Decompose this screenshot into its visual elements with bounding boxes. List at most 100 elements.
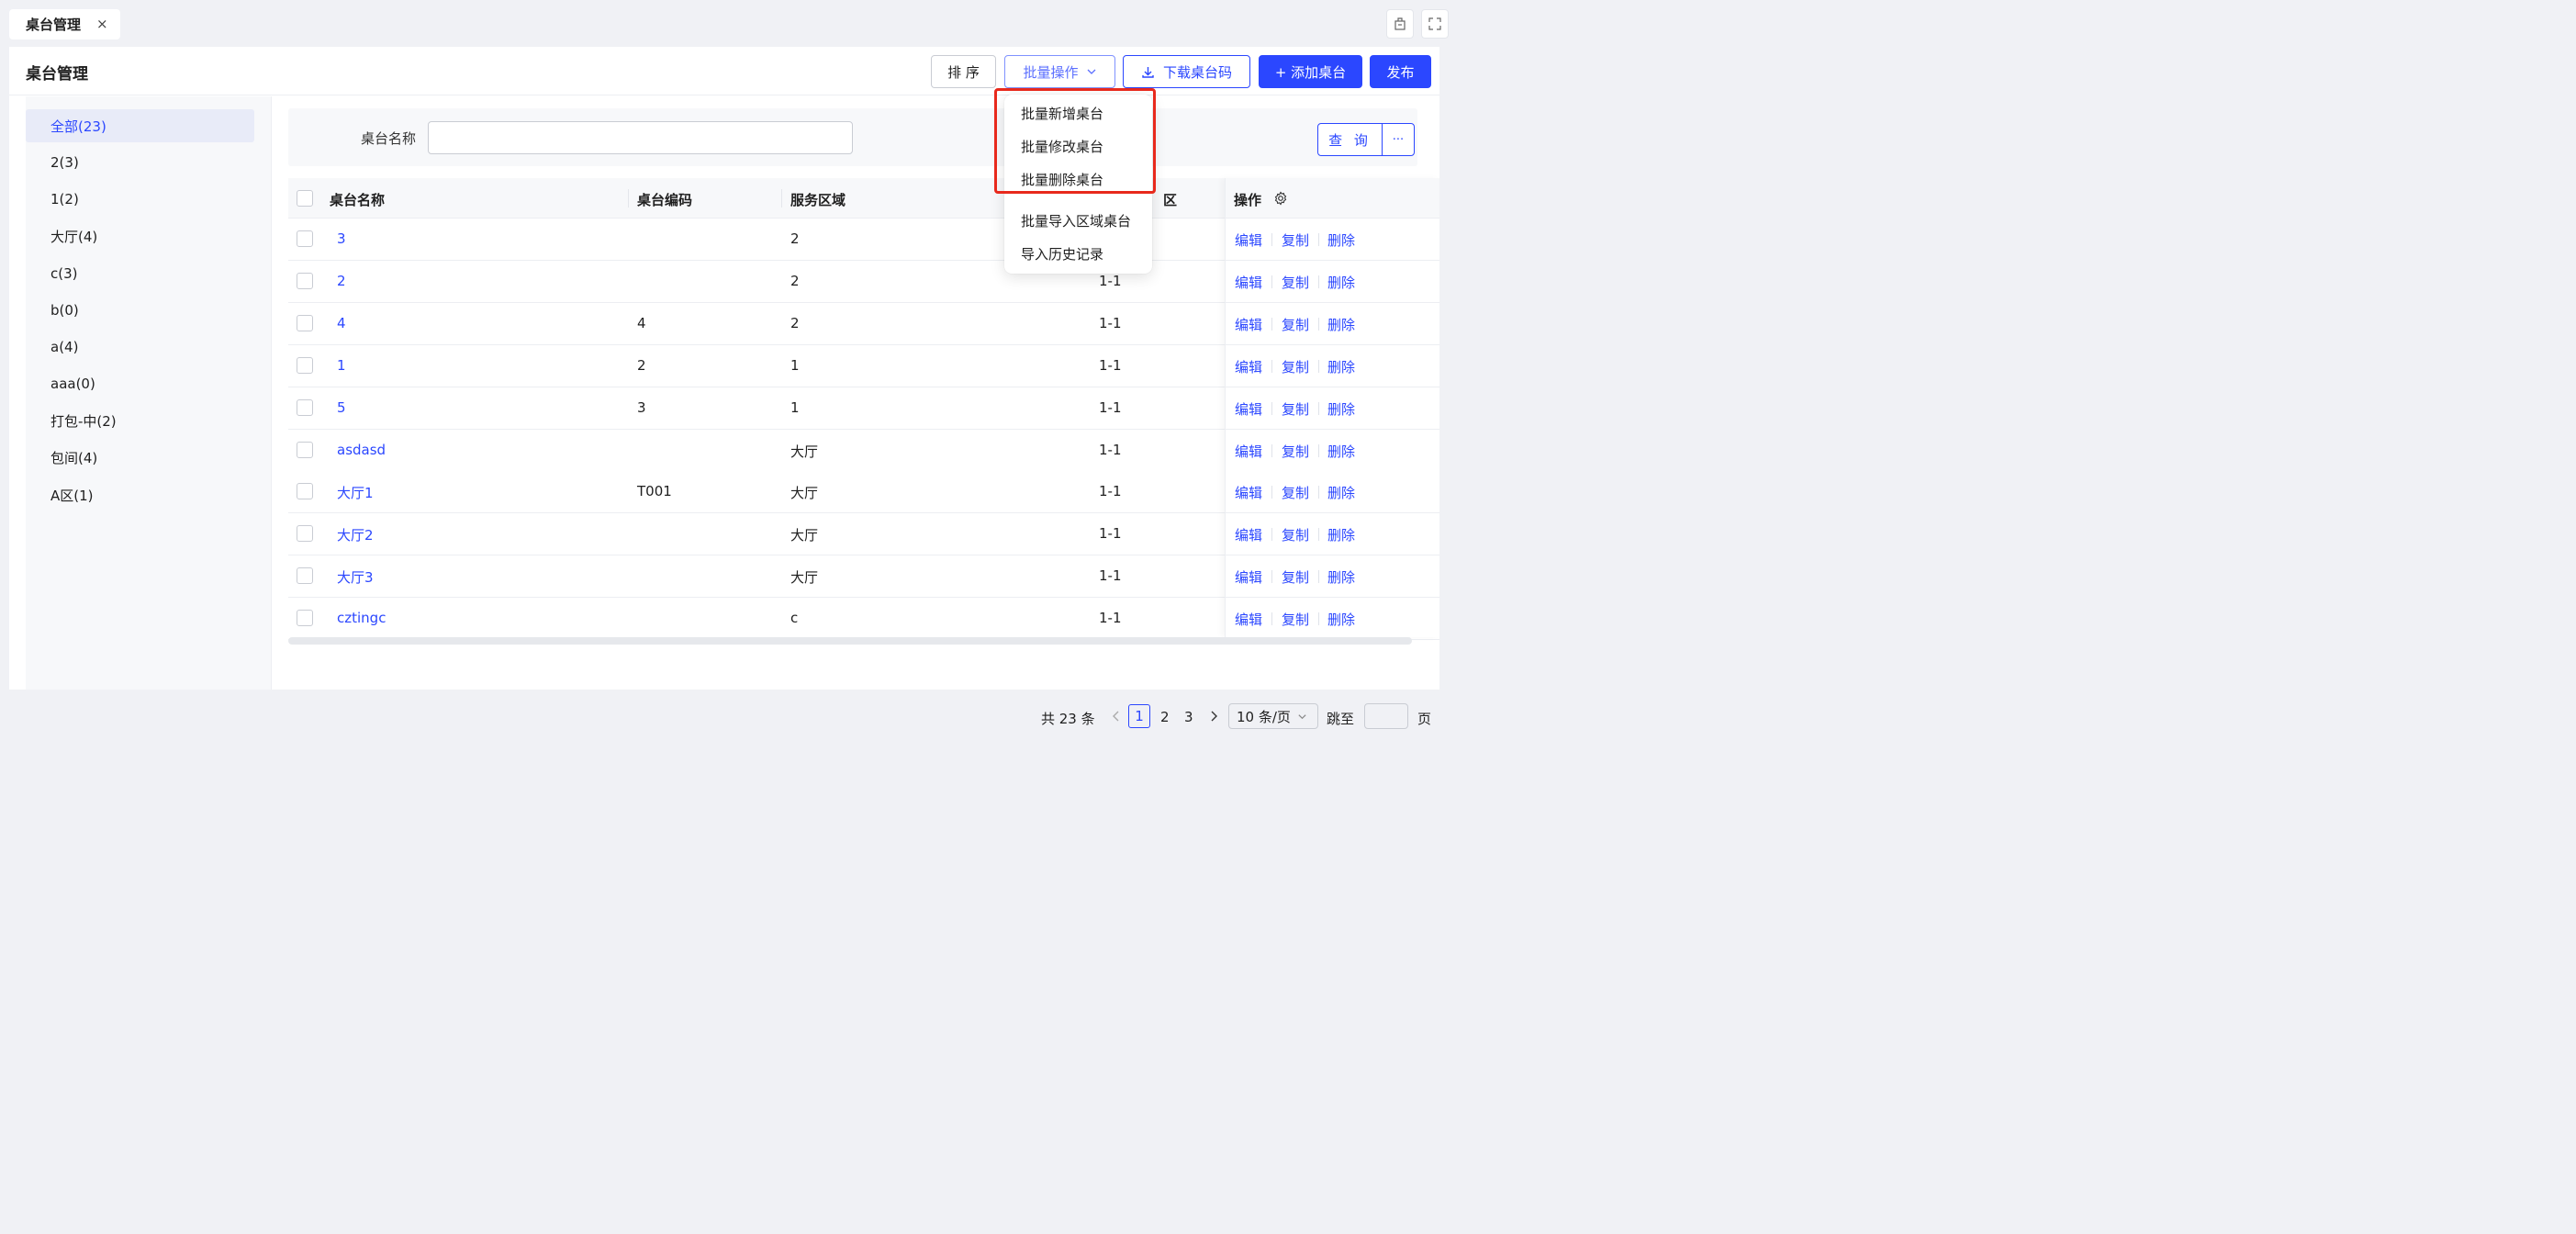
page-1-button[interactable]: 1: [1128, 704, 1150, 728]
delete-link[interactable]: 删除: [1327, 525, 1355, 544]
query-button[interactable]: 查 询: [1318, 124, 1383, 155]
action-divider: [1318, 612, 1319, 626]
copy-link[interactable]: 复制: [1282, 442, 1309, 461]
edit-link[interactable]: 编辑: [1235, 399, 1262, 419]
copy-link[interactable]: 复制: [1282, 525, 1309, 544]
edit-link[interactable]: 编辑: [1235, 483, 1262, 502]
delete-link[interactable]: 删除: [1327, 315, 1355, 334]
table-code: T001: [637, 483, 672, 500]
table-row: 3 2 编辑 复制 删除: [288, 219, 1439, 261]
sidebar-item[interactable]: 2(3): [26, 146, 254, 179]
import-history-item[interactable]: 导入历史记录: [1004, 237, 1152, 270]
delete-link[interactable]: 删除: [1327, 357, 1355, 376]
delete-link[interactable]: 删除: [1327, 230, 1355, 250]
edit-link[interactable]: 编辑: [1235, 273, 1262, 292]
page-2-button[interactable]: 2: [1160, 709, 1170, 736]
prev-page-icon[interactable]: [1111, 710, 1122, 737]
add-table-button[interactable]: + 添加桌台: [1259, 55, 1362, 88]
delete-link[interactable]: 删除: [1327, 399, 1355, 419]
row-checkbox[interactable]: [297, 314, 313, 331]
edit-link[interactable]: 编辑: [1235, 315, 1262, 334]
table-name-link[interactable]: 3: [337, 230, 346, 247]
batch-edit-tables-item[interactable]: 批量修改桌台: [1004, 129, 1152, 163]
row-checkbox[interactable]: [297, 567, 313, 585]
sidebar-item[interactable]: 全部(23): [26, 109, 254, 142]
copy-link[interactable]: 复制: [1282, 483, 1309, 502]
sort-button-label: 排 序: [947, 63, 980, 81]
table-name-link[interactable]: 1: [337, 357, 346, 374]
table-name-link[interactable]: 4: [337, 315, 346, 331]
page-size-select[interactable]: 10 条/页: [1228, 703, 1318, 729]
edit-link[interactable]: 编辑: [1235, 230, 1262, 250]
next-page-icon[interactable]: [1208, 710, 1219, 737]
copy-link[interactable]: 复制: [1282, 315, 1309, 334]
delete-link[interactable]: 删除: [1327, 442, 1355, 461]
delete-link[interactable]: 删除: [1327, 483, 1355, 502]
row-checkbox[interactable]: [297, 483, 313, 500]
download-qr-button[interactable]: 下载桌台码: [1123, 55, 1250, 88]
batch-delete-tables-item[interactable]: 批量删除桌台: [1004, 163, 1152, 196]
sidebar-item[interactable]: aaa(0): [26, 367, 254, 400]
sidebar-item[interactable]: 包间(4): [26, 442, 254, 475]
table-name-search-input[interactable]: [428, 121, 853, 154]
edit-link[interactable]: 编辑: [1235, 567, 1262, 587]
service-area: 大厅: [790, 569, 819, 587]
table-name-link[interactable]: 5: [337, 399, 346, 416]
close-icon[interactable]: ×: [96, 16, 108, 32]
row-checkbox[interactable]: [297, 610, 313, 627]
table-row: cztingc c 1-1 编辑 复制 删除: [288, 598, 1439, 641]
publish-button[interactable]: 发布: [1370, 55, 1431, 88]
action-divider: [1271, 359, 1272, 373]
row-checkbox[interactable]: [297, 356, 313, 374]
row-checkbox[interactable]: [297, 525, 313, 543]
jump-page-input[interactable]: [1364, 703, 1408, 729]
sidebar-item[interactable]: 打包-中(2): [26, 405, 254, 438]
copy-link[interactable]: 复制: [1282, 230, 1309, 250]
page-3-button[interactable]: 3: [1184, 709, 1193, 736]
row-checkbox[interactable]: [297, 230, 313, 247]
table-name-link[interactable]: 大厅1: [337, 483, 374, 502]
copy-link[interactable]: 复制: [1282, 399, 1309, 419]
horizontal-scrollbar[interactable]: [288, 637, 1412, 645]
copy-link[interactable]: 复制: [1282, 567, 1309, 587]
table-name-link[interactable]: 大厅2: [337, 525, 374, 544]
row-checkbox[interactable]: [297, 441, 313, 458]
row-checkbox[interactable]: [297, 272, 313, 289]
action-divider: [1318, 528, 1319, 542]
more-icon[interactable]: ···: [1383, 124, 1414, 155]
row-checkbox[interactable]: [297, 398, 313, 416]
edit-link[interactable]: 编辑: [1235, 525, 1262, 544]
batch-operation-button[interactable]: 批量操作: [1004, 55, 1115, 88]
sidebar-item[interactable]: 1(2): [26, 183, 254, 216]
page-title: 桌台管理: [26, 65, 88, 84]
fullscreen-icon[interactable]: [1421, 9, 1449, 39]
action-divider: [1318, 486, 1319, 499]
delete-link[interactable]: 删除: [1327, 567, 1355, 587]
table-name-link[interactable]: cztingc: [337, 610, 386, 626]
select-all-checkbox[interactable]: [297, 190, 313, 207]
building-icon[interactable]: [1386, 9, 1414, 39]
zone-value: 1-1: [1099, 356, 1122, 374]
table-name-link[interactable]: asdasd: [337, 442, 386, 458]
edit-link[interactable]: 编辑: [1235, 442, 1262, 461]
table-name-link[interactable]: 大厅3: [337, 567, 374, 587]
delete-link[interactable]: 删除: [1327, 610, 1355, 629]
settings-icon[interactable]: [1273, 191, 1288, 206]
table-row: 4 4 2 1-1 编辑 复制 删除: [288, 302, 1439, 345]
sort-button[interactable]: 排 序: [931, 55, 996, 88]
sidebar-item[interactable]: a(4): [26, 331, 254, 364]
sidebar-item[interactable]: 大厅(4): [26, 220, 254, 253]
copy-link[interactable]: 复制: [1282, 357, 1309, 376]
table-name-link[interactable]: 2: [337, 273, 346, 289]
copy-link[interactable]: 复制: [1282, 610, 1309, 629]
page-tab-table-management[interactable]: 桌台管理 ×: [9, 9, 120, 39]
batch-add-tables-item[interactable]: 批量新增桌台: [1004, 96, 1152, 129]
batch-import-area-tables-item[interactable]: 批量导入区域桌台: [1004, 204, 1152, 237]
sidebar-item[interactable]: b(0): [26, 294, 254, 327]
copy-link[interactable]: 复制: [1282, 273, 1309, 292]
sidebar-item[interactable]: A区(1): [26, 478, 254, 511]
sidebar-item[interactable]: c(3): [26, 257, 254, 290]
edit-link[interactable]: 编辑: [1235, 357, 1262, 376]
edit-link[interactable]: 编辑: [1235, 610, 1262, 629]
delete-link[interactable]: 删除: [1327, 273, 1355, 292]
